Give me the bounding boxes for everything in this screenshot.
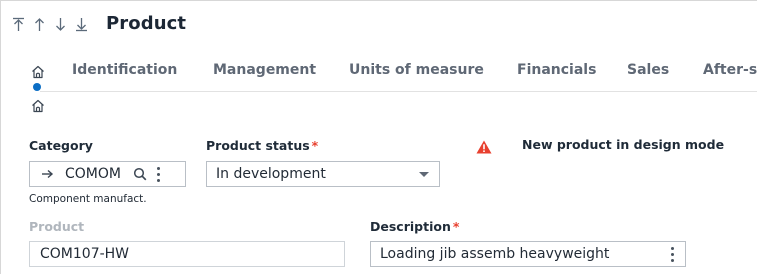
warning-message: New product in design mode — [522, 137, 725, 152]
chevron-down-icon[interactable] — [419, 172, 429, 177]
arrow-to-first-icon[interactable] — [10, 14, 27, 34]
arrow-up-icon[interactable] — [31, 14, 48, 34]
section-tabs: Identification Management Units of measu… — [0, 58, 757, 92]
product-label: Product — [29, 219, 85, 234]
arrow-down-icon[interactable] — [52, 14, 69, 34]
active-tab-indicator — [33, 83, 41, 91]
required-marker: * — [452, 219, 460, 234]
product-value: COM107-HW — [40, 246, 130, 262]
product-status-select[interactable]: In development — [206, 161, 440, 187]
window-top-border — [0, 0, 757, 1]
description-label: Description * — [370, 219, 460, 234]
search-icon[interactable] — [133, 167, 147, 181]
window-left-border — [0, 0, 1, 274]
warning-icon — [476, 140, 492, 154]
description-value: Loading jib assemb heavyweight — [380, 246, 610, 262]
required-marker: * — [311, 138, 319, 153]
product-status-value: In development — [216, 166, 326, 182]
category-field[interactable]: COMOM — [29, 161, 186, 187]
arrow-to-last-icon[interactable] — [73, 14, 90, 34]
record-navigation — [10, 14, 90, 34]
home-icon[interactable] — [31, 98, 45, 113]
category-description: Component manufact. — [29, 193, 147, 205]
page-title: Product — [106, 13, 187, 34]
tab-units-of-measure[interactable]: Units of measure — [349, 62, 484, 78]
category-value: COMOM — [65, 166, 121, 182]
tab-sales[interactable]: Sales — [627, 62, 669, 78]
description-field[interactable]: Loading jib assemb heavyweight — [370, 241, 686, 267]
tab-financials[interactable]: Financials — [517, 62, 596, 78]
home-icon[interactable] — [31, 64, 45, 79]
category-label: Category — [29, 138, 93, 153]
arrow-right-icon[interactable] — [40, 167, 54, 181]
tab-identification[interactable]: Identification — [72, 62, 177, 78]
tabbar-divider — [40, 91, 757, 92]
product-status-label: Product status * — [206, 138, 319, 153]
product-field: COM107-HW — [29, 241, 345, 267]
tab-management[interactable]: Management — [213, 62, 316, 78]
more-options-icon[interactable] — [153, 164, 163, 184]
more-options-icon[interactable] — [667, 244, 677, 264]
tab-after-sales[interactable]: After-sa — [703, 62, 757, 78]
